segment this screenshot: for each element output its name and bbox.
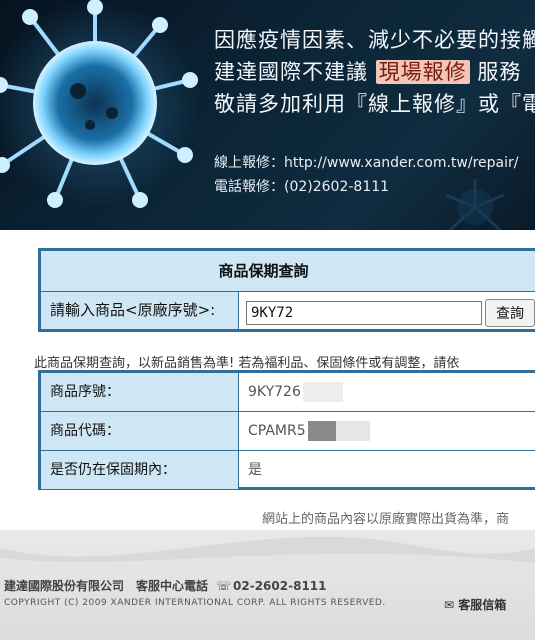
warranty-result-table: 商品序號： 9KY726 商品代碼： CPAMR5 是否仍在保固期內： 是 <box>38 370 535 490</box>
virus-icon <box>0 0 199 208</box>
mail-icon: ✉ <box>444 598 455 612</box>
serial-number-input[interactable] <box>246 301 482 325</box>
warranty-query-form: 商品保期查詢 請輸入商品<原廠序號>: 查詢 <box>38 248 535 332</box>
serial-value: 9KY726 <box>248 373 343 411</box>
virus-icon <box>445 179 505 230</box>
product-code-label: 商品代碼： <box>41 412 239 450</box>
serial-label: 商品序號： <box>41 373 239 411</box>
redaction-blur <box>302 382 343 402</box>
onsite-repair-highlight: 現場報修 <box>375 60 470 84</box>
covid-banner: 因應疫情因素、減少不必要的接觸 建達國際不建議 現場報修 服務 敬請多加利用『線… <box>0 0 535 230</box>
footer-phone: 02-2602-8111 <box>233 579 327 593</box>
banner-headline: 因應疫情因素、減少不必要的接觸 <box>214 28 535 52</box>
banner-subline: 建達國際不建議 現場報修 服務 <box>214 60 522 84</box>
phone-repair-text: 電話報修：(02)2602-8111 <box>214 179 390 195</box>
footer-wave <box>0 536 535 578</box>
in-warranty-value: 是 <box>248 462 262 478</box>
table-row: 是否仍在保固期內： 是 <box>41 451 535 489</box>
customer-service-mail-link[interactable]: ✉ 客服信箱 <box>444 596 506 613</box>
query-button[interactable]: 查詢 <box>485 299 535 327</box>
online-repair-link[interactable]: 線上報修：http://www.xander.com.tw/repair/ <box>214 152 518 172</box>
redaction-blur <box>307 421 370 441</box>
in-warranty-label: 是否仍在保固期內： <box>41 451 239 489</box>
query-title: 商品保期查詢 <box>41 251 535 292</box>
phone-icon: ☏ <box>216 579 232 593</box>
table-row: 商品序號： 9KY726 <box>41 373 535 412</box>
product-code-value: CPAMR5 <box>248 412 370 450</box>
banner-suggestion: 敬請多加利用『線上報修』或『電 <box>214 92 535 116</box>
copyright-text: COPYRIGHT (C) 2009 XANDER INTERNATIONAL … <box>4 598 386 608</box>
query-notice: 此商品保期查詢，以新品銷售為準! 若為福利品、保固條件或有調整，請依 <box>34 356 460 371</box>
footer-company: 建達國際股份有限公司 客服中心電話 ☏ 02-2602-8111 <box>4 579 327 593</box>
table-row: 商品代碼： CPAMR5 <box>41 412 535 451</box>
serial-input-label: 請輸入商品<原廠序號>: <box>41 292 239 329</box>
